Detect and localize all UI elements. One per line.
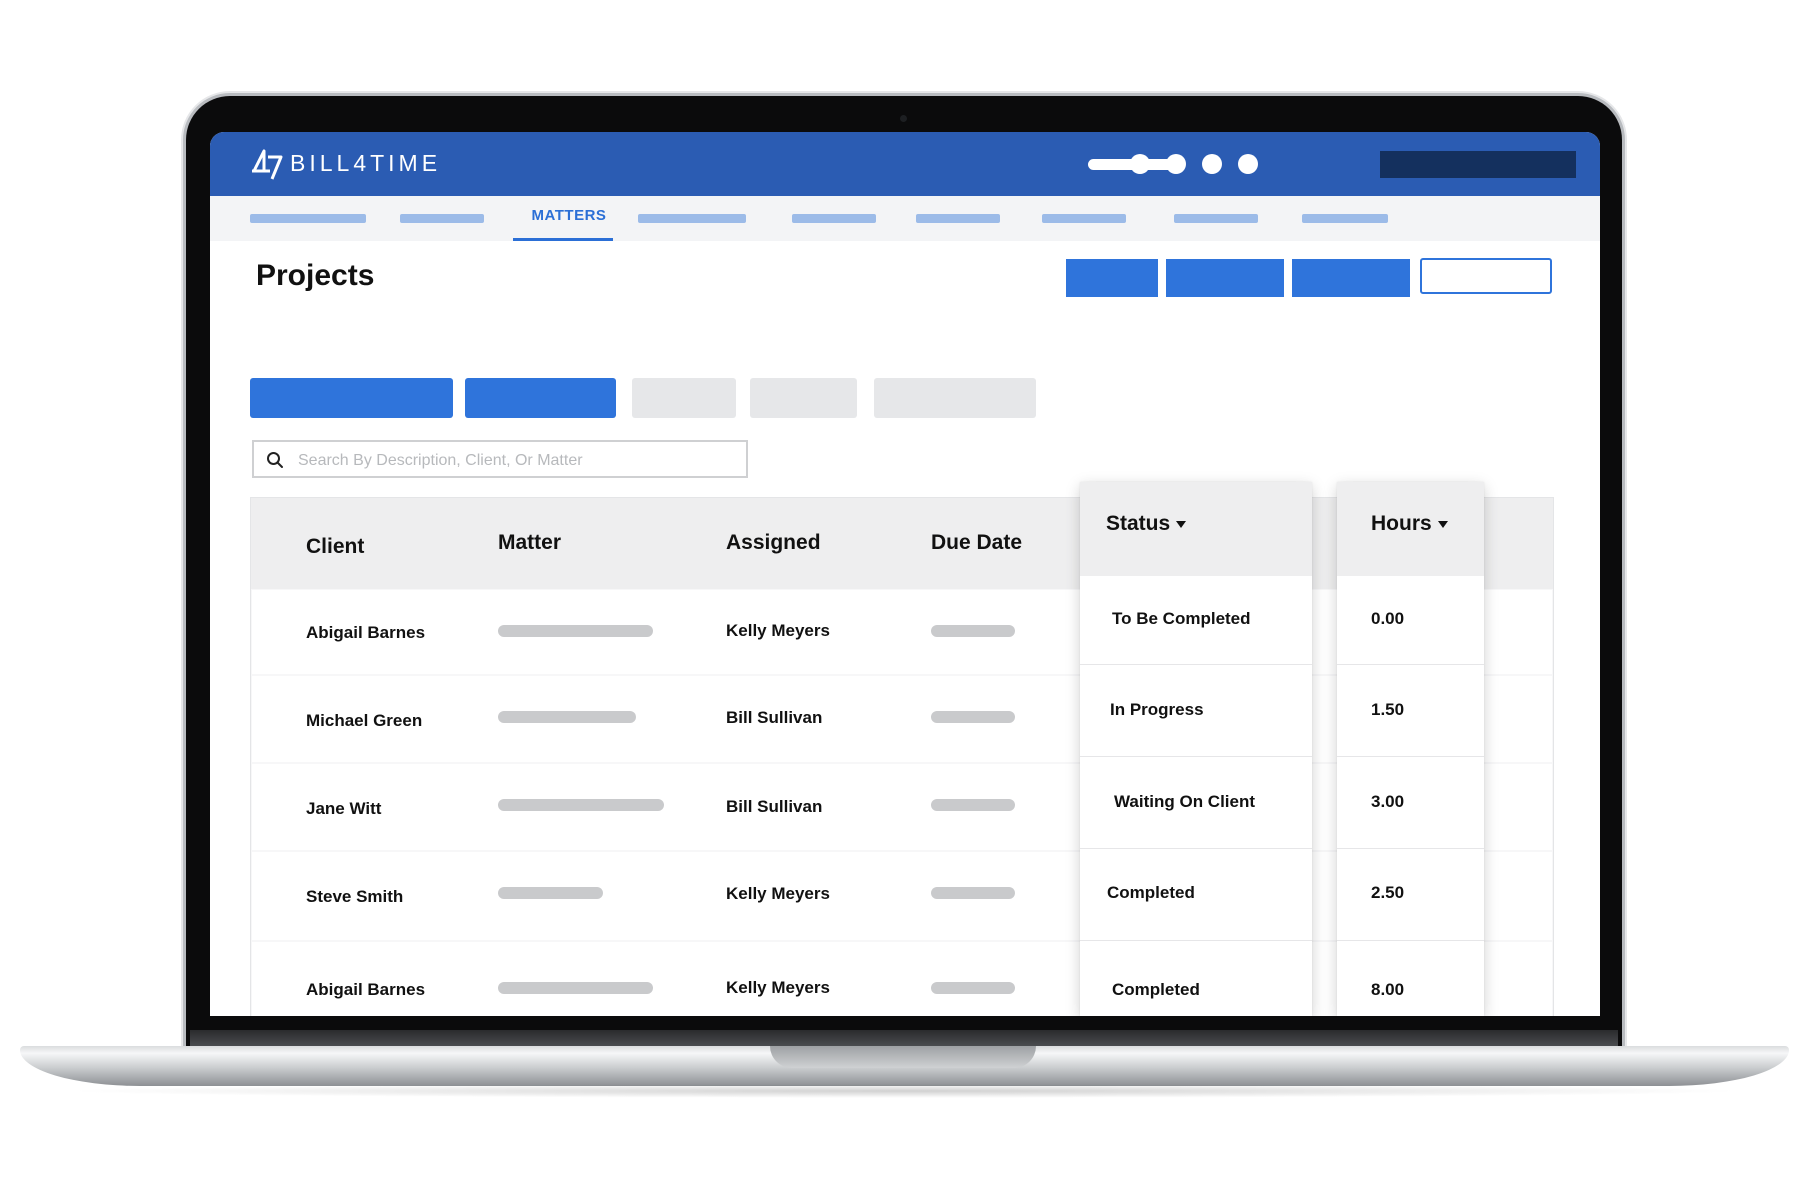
header-action-button[interactable]	[1066, 259, 1158, 297]
laptop-shadow	[60, 1084, 1750, 1098]
nav-item[interactable]	[400, 214, 484, 223]
caret-down-icon	[1437, 520, 1448, 528]
cell-matter-placeholder	[498, 982, 653, 994]
hours-header-text: Hours	[1371, 512, 1432, 535]
hours-header-label: Hours	[1371, 512, 1448, 536]
nav-item[interactable]	[250, 214, 366, 223]
logo-text: BILL4TIME	[290, 150, 442, 176]
cell-status: Waiting On Client	[1114, 792, 1256, 811]
filter-button[interactable]	[465, 378, 616, 418]
cell-due-date-placeholder	[931, 625, 1015, 637]
top-bar-dot[interactable]	[1202, 154, 1222, 174]
cell-hours: 3.00	[1371, 792, 1405, 811]
divider	[1337, 940, 1484, 941]
nav-item[interactable]	[792, 214, 876, 223]
search-input[interactable]	[296, 446, 740, 476]
nav-bar: MATTERS	[210, 196, 1600, 241]
top-bar: BILL4TIME	[210, 132, 1600, 196]
cell-due-date-placeholder	[931, 711, 1015, 723]
laptop-hinge	[190, 1030, 1618, 1046]
top-bar-dot[interactable]	[1166, 154, 1186, 174]
page-title: Projects	[256, 259, 375, 292]
hours-column-header[interactable]: Hours	[1337, 482, 1484, 576]
filter-button[interactable]	[250, 378, 453, 418]
cell-assigned: Kelly Meyers	[726, 978, 830, 997]
cell-status: Completed	[1112, 980, 1200, 999]
hours-column: Hours 0.00 1.50 3.00 2.50 8.00	[1337, 482, 1484, 1016]
cell-assigned: Bill Sullivan	[726, 797, 823, 816]
divider	[1337, 756, 1484, 757]
nav-item[interactable]	[638, 214, 746, 223]
header-secondary-button[interactable]	[1420, 258, 1552, 294]
divider	[1080, 848, 1312, 849]
cell-matter-placeholder	[498, 799, 664, 811]
laptop-notch	[770, 1046, 1036, 1068]
filter-button[interactable]	[874, 378, 1036, 418]
top-bar-account[interactable]	[1380, 151, 1576, 178]
cell-due-date-placeholder	[931, 887, 1015, 899]
cell-hours: 2.50	[1371, 883, 1405, 902]
cell-client: Abigail Barnes	[306, 623, 426, 642]
bill4time-logo-icon	[252, 149, 283, 180]
nav-item-matters[interactable]: MATTERS	[520, 207, 618, 224]
search-icon	[267, 452, 283, 468]
nav-item[interactable]	[1174, 214, 1258, 223]
column-header-due-date[interactable]: Due Date	[931, 531, 1022, 555]
cell-due-date-placeholder	[931, 982, 1015, 994]
cell-client: Abigail Barnes	[306, 980, 426, 999]
divider	[1080, 940, 1312, 941]
divider	[1080, 756, 1312, 757]
status-header-label: Status	[1106, 512, 1187, 536]
status-column: Status To Be Completed In Progress Waiti…	[1080, 482, 1312, 1016]
filter-button[interactable]	[750, 378, 857, 418]
cell-client: Jane Witt	[306, 799, 382, 818]
app-screen: BILL4TIME MATTERS Projects Search By Des…	[210, 132, 1600, 1016]
header-action-button[interactable]	[1292, 259, 1410, 297]
nav-item[interactable]	[1042, 214, 1126, 223]
nav-item[interactable]	[916, 214, 1000, 223]
camera	[900, 115, 907, 122]
cell-client: Steve Smith	[306, 887, 404, 906]
cell-client: Michael Green	[306, 711, 423, 730]
top-bar-dot[interactable]	[1130, 154, 1150, 174]
cell-status: Completed	[1107, 883, 1195, 902]
cell-assigned: Kelly Meyers	[726, 884, 830, 903]
cell-matter-placeholder	[498, 711, 636, 723]
header-action-button[interactable]	[1166, 259, 1284, 297]
cell-status: In Progress	[1110, 700, 1204, 719]
divider	[1337, 664, 1484, 665]
cell-status: To Be Completed	[1112, 609, 1251, 628]
cell-hours: 0.00	[1371, 609, 1405, 628]
nav-active-indicator	[513, 238, 613, 241]
nav-item[interactable]	[1302, 214, 1388, 223]
status-header-text: Status	[1106, 512, 1171, 535]
divider	[1337, 848, 1484, 849]
cell-hours: 8.00	[1371, 980, 1405, 999]
column-header-client[interactable]: Client	[306, 535, 364, 559]
cell-assigned: Bill Sullivan	[726, 708, 823, 727]
status-column-header[interactable]: Status	[1080, 482, 1312, 576]
cell-hours: 1.50	[1371, 700, 1405, 719]
column-header-matter[interactable]: Matter	[498, 531, 561, 555]
divider	[1080, 664, 1312, 665]
cell-matter-placeholder	[498, 625, 653, 637]
cell-due-date-placeholder	[931, 799, 1015, 811]
caret-down-icon	[1176, 520, 1187, 528]
column-header-assigned[interactable]: Assigned	[726, 531, 821, 555]
cell-assigned: Kelly Meyers	[726, 621, 830, 640]
cell-matter-placeholder	[498, 887, 603, 899]
search-box	[252, 440, 748, 478]
top-bar-dot[interactable]	[1238, 154, 1258, 174]
filter-button[interactable]	[632, 378, 736, 418]
